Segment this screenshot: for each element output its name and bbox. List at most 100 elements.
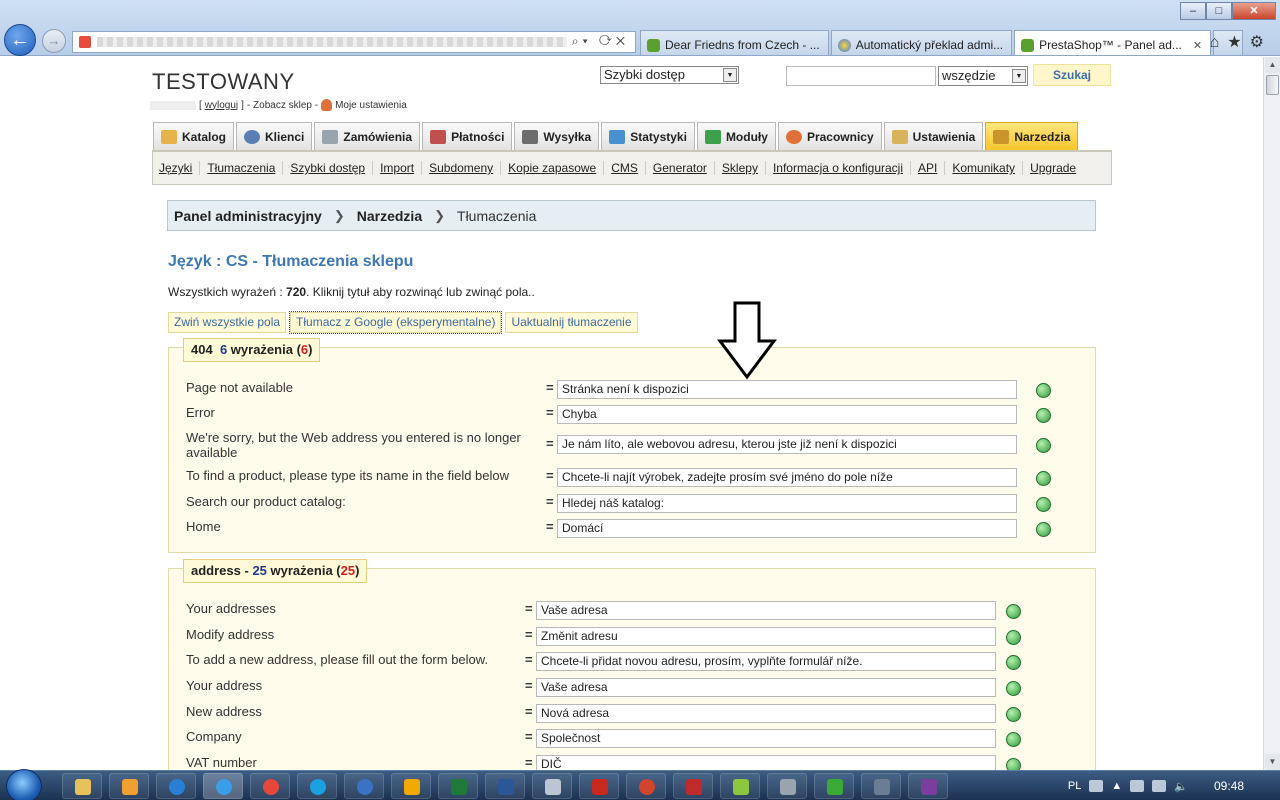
search-input[interactable] [786, 66, 936, 86]
update-translation-button[interactable]: Uaktualnij tłumaczenie [505, 312, 638, 333]
google-translate-icon[interactable] [1036, 497, 1051, 512]
subnav-generator[interactable]: Generator [653, 161, 715, 175]
tab-narzedzia[interactable]: Narzedzia [985, 122, 1079, 150]
subnav-upgrade[interactable]: Upgrade [1030, 161, 1083, 175]
subnav-komunikaty[interactable]: Komunikaty [952, 161, 1024, 175]
translation-input[interactable]: Chcete-li najít výrobek, zadejte prosím … [557, 468, 1017, 487]
address-actions[interactable]: ⌕▾ ⟳✕ [572, 34, 629, 49]
start-button[interactable] [6, 769, 42, 800]
section-legend[interactable]: address - 25 wyrażenia (25) [183, 559, 368, 583]
tab-pracownicy[interactable]: Pracownicy [777, 122, 882, 150]
subnav-subdomeny[interactable]: Subdomeny [429, 161, 502, 175]
flag-icon[interactable] [1152, 780, 1167, 792]
taskbar-app[interactable] [438, 773, 478, 799]
logout-link[interactable]: wyloguj [205, 100, 238, 111]
subnav-jezyki[interactable]: Języki [159, 161, 201, 175]
google-translate-icon[interactable] [1006, 681, 1021, 696]
view-shop-link[interactable]: - Zobacz sklep - [247, 100, 318, 111]
subnav-sklepy[interactable]: Sklepy [722, 161, 766, 175]
keyboard-icon[interactable] [1089, 780, 1104, 792]
search-scope-select[interactable]: wszędzie ▼ [938, 66, 1028, 86]
scroll-thumb[interactable] [1266, 75, 1279, 95]
minimize-button[interactable]: – [1180, 2, 1206, 20]
translation-input[interactable]: Chcete-li přidat novou adresu, prosím, v… [536, 652, 996, 671]
home-favorites-tools-icons[interactable]: ⌂★⚙ [1210, 32, 1272, 52]
maximize-button[interactable]: □ [1206, 2, 1232, 20]
taskbar-app[interactable] [532, 773, 572, 799]
tab-ustawienia[interactable]: Ustawienia [883, 122, 984, 150]
taskbar-app[interactable] [861, 773, 901, 799]
taskbar-app[interactable] [767, 773, 807, 799]
taskbar-app[interactable] [297, 773, 337, 799]
subnav-import[interactable]: Import [380, 161, 423, 175]
taskbar-app[interactable] [626, 773, 666, 799]
google-translate-icon[interactable] [1036, 522, 1051, 537]
tab-klienci[interactable]: Klienci [236, 122, 313, 150]
google-translate-icon[interactable] [1036, 383, 1051, 398]
translation-input[interactable]: Nová adresa [536, 704, 996, 723]
tab-katalog[interactable]: Katalog [153, 122, 235, 150]
subnav-api[interactable]: API [918, 161, 946, 175]
tab-zamowienia[interactable]: Zamówienia [314, 122, 421, 150]
taskbar-app[interactable] [156, 773, 196, 799]
google-translate-icon[interactable] [1036, 471, 1051, 486]
back-arrow-icon[interactable]: ← [4, 24, 36, 56]
collapse-all-button[interactable]: Zwiń wszystkie pola [168, 312, 287, 333]
translation-input[interactable]: Vaše adresa [536, 678, 996, 697]
taskbar-app[interactable] [109, 773, 149, 799]
tab-statystyki[interactable]: Statystyki [601, 122, 695, 150]
translation-input[interactable]: Je nám líto, ale webovou adresu, kterou … [557, 435, 1017, 454]
taskbar-app[interactable] [62, 773, 102, 799]
search-button[interactable]: Szukaj [1033, 64, 1111, 86]
subnav-kopie-zapasowe[interactable]: Kopie zapasowe [508, 161, 605, 175]
browser-tab[interactable]: Dear Friedns from Czech - ... [640, 30, 829, 55]
my-settings-link[interactable]: Moje ustawienia [335, 100, 407, 111]
tab-moduly[interactable]: Moduły [696, 122, 776, 150]
taskbar-app[interactable] [485, 773, 525, 799]
subnav-szybki-dostep[interactable]: Szybki dostęp [290, 161, 374, 175]
browser-tab[interactable]: Automatický překlad admi... [830, 30, 1013, 55]
taskbar-app[interactable] [720, 773, 760, 799]
chevron-up-icon[interactable]: ▲ [1111, 780, 1122, 792]
google-translate-button[interactable]: Tłumacz z Google (eksperymentalne) [289, 311, 503, 334]
clock[interactable]: 09:48 [1214, 779, 1244, 793]
tab-wysylka[interactable]: Wysyłka [514, 122, 600, 150]
translation-input[interactable]: DIČ [536, 755, 996, 770]
translation-input[interactable]: Chyba [557, 405, 1017, 424]
forward-arrow-icon[interactable]: → [42, 29, 66, 53]
google-translate-icon[interactable] [1006, 630, 1021, 645]
google-translate-icon[interactable] [1006, 707, 1021, 722]
section-legend[interactable]: 404 6 wyrażenia (6) [183, 338, 321, 362]
google-translate-icon[interactable] [1006, 604, 1021, 619]
google-translate-icon[interactable] [1036, 408, 1051, 423]
translation-input[interactable]: Změnit adresu [536, 627, 996, 646]
google-translate-icon[interactable] [1006, 758, 1021, 770]
browser-tab-active[interactable]: PrestaShop™ - Panel ad... ✕ [1014, 30, 1212, 55]
scroll-down-icon[interactable]: ▼ [1265, 754, 1280, 770]
tab-close-icon[interactable]: ✕ [1193, 39, 1202, 52]
subnav-cms[interactable]: CMS [611, 161, 646, 175]
language-indicator[interactable]: PL [1068, 780, 1081, 792]
taskbar-app[interactable] [344, 773, 384, 799]
quick-access-select[interactable]: Szybki dostęp ▼ [600, 66, 739, 84]
devices-icon[interactable] [1130, 780, 1145, 792]
scroll-up-icon[interactable]: ▲ [1265, 57, 1280, 73]
subnav-tlumaczenia[interactable]: Tłumaczenia [207, 161, 284, 175]
breadcrumb-item[interactable]: Narzedzia [357, 208, 422, 224]
address-bar[interactable]: ⌕▾ ⟳✕ [72, 31, 636, 53]
translation-input[interactable]: Domácí [557, 519, 1017, 538]
tab-platnosci[interactable]: Płatności [422, 122, 513, 150]
translation-input[interactable]: Vaše adresa [536, 601, 996, 620]
taskbar-app[interactable] [814, 773, 854, 799]
taskbar-app[interactable] [391, 773, 431, 799]
taskbar-app[interactable] [203, 773, 243, 799]
volume-icon[interactable]: 🔈 [1174, 780, 1188, 793]
google-translate-icon[interactable] [1006, 732, 1021, 747]
close-button[interactable]: ✕ [1232, 2, 1276, 20]
taskbar-app[interactable] [908, 773, 948, 799]
translation-input[interactable]: Stránka není k dispozici [557, 380, 1017, 399]
vertical-scrollbar[interactable]: ▲ ▼ [1263, 57, 1280, 770]
taskbar-app[interactable] [250, 773, 290, 799]
google-translate-icon[interactable] [1006, 655, 1021, 670]
taskbar-app[interactable] [673, 773, 713, 799]
